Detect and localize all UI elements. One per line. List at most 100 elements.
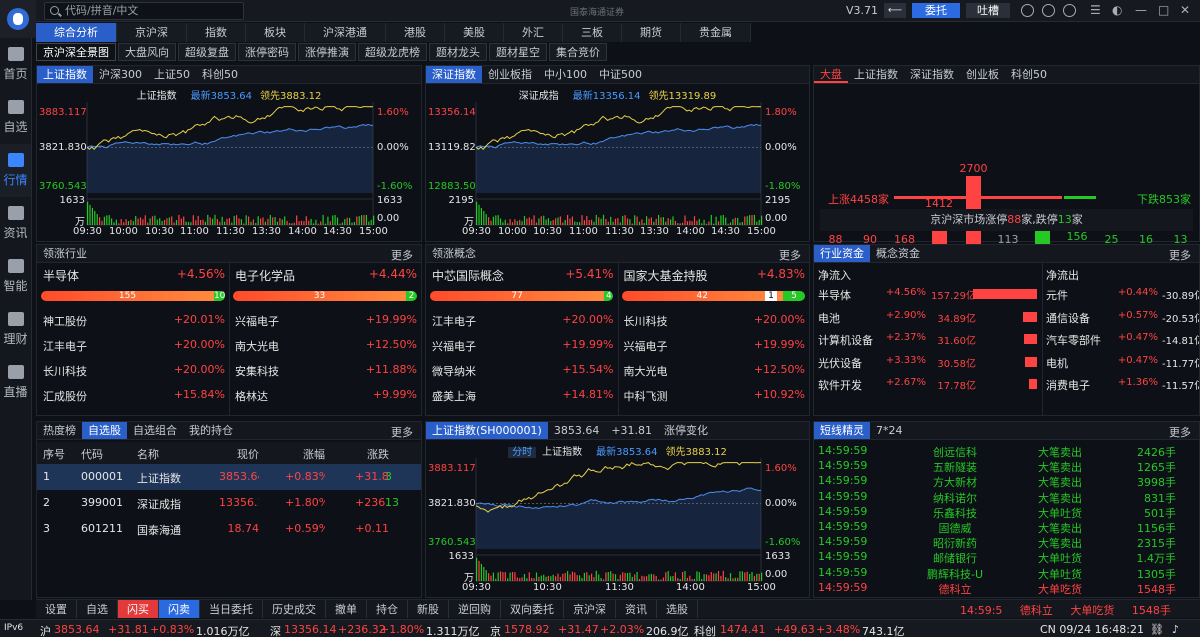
sub-tab-8[interactable]: 集合竞价: [549, 43, 607, 61]
watch-tab-2[interactable]: 自选组合: [127, 422, 183, 439]
toolbar-button-6[interactable]: 撤单: [326, 600, 367, 618]
sector-name[interactable]: 半导体: [43, 267, 79, 284]
toolbar-button-4[interactable]: 当日委托: [200, 600, 263, 618]
inflow-name[interactable]: 光伏设备: [818, 355, 862, 371]
toolbar-button-11[interactable]: 京沪深: [564, 600, 616, 618]
sector-name[interactable]: 国家大基金持股: [624, 267, 708, 284]
minimize-icon[interactable]: —: [1135, 3, 1147, 17]
outflow-name[interactable]: 电机: [1046, 355, 1068, 371]
stock-name[interactable]: 神工股份: [43, 313, 87, 329]
nav-tab-6[interactable]: 美股: [445, 23, 504, 42]
stock-name[interactable]: 长川科技: [43, 363, 87, 379]
nav-tab-8[interactable]: 三板: [563, 23, 622, 42]
spirit-tab-1[interactable]: 7*24: [870, 422, 909, 439]
toolbar-button-12[interactable]: 资讯: [616, 600, 657, 618]
list-item[interactable]: 14:59:59 固德威 大笔卖出 1156手: [814, 520, 1199, 535]
toolbar-button-3[interactable]: 闪卖: [159, 600, 200, 618]
nav-tab-0[interactable]: 综合分析: [36, 23, 117, 42]
nav-tab-10[interactable]: 贵金属: [681, 23, 751, 42]
stock-name[interactable]: 长川科技: [624, 313, 668, 329]
sector-name[interactable]: 电子化学品: [235, 267, 295, 284]
toolbar-button-0[interactable]: 设置: [36, 600, 77, 618]
watch-tab-1[interactable]: 自选股: [82, 422, 127, 439]
nav-tab-1[interactable]: 京沪深: [117, 23, 187, 42]
back-button[interactable]: ⟵: [884, 3, 906, 18]
more-link[interactable]: 更多: [1169, 247, 1191, 263]
entrust-button[interactable]: 委托: [912, 3, 960, 18]
nav-tab-5[interactable]: 港股: [386, 23, 445, 42]
list-item[interactable]: 14:59:59 乐鑫科技 大单吐货 501手: [814, 505, 1199, 520]
search-input[interactable]: 代码/拼音/中文: [44, 2, 244, 20]
stock-name[interactable]: 兴福电子: [624, 338, 668, 354]
table-row[interactable]: 1 000001 上证指数 3853.64 +0.83% +31.813: [37, 464, 421, 490]
maximize-icon[interactable]: □: [1158, 3, 1169, 17]
table-row[interactable]: 2 399001 深证成指 13356.14 +1.80% +236.3213: [37, 490, 421, 516]
user-icon[interactable]: [1021, 4, 1034, 17]
help-icon[interactable]: [1042, 4, 1055, 17]
stock-name[interactable]: 格林达: [235, 388, 268, 404]
funds-tab-1[interactable]: 概念资金: [870, 245, 926, 262]
nav-tab-2[interactable]: 指数: [187, 23, 246, 42]
stock-name[interactable]: 兴福电子: [235, 313, 279, 329]
table-row[interactable]: 3 601211 国泰海通 18.74 +0.59% +0.11: [37, 516, 421, 542]
outflow-name[interactable]: 汽车零部件: [1046, 332, 1101, 348]
sidebar-item-6[interactable]: 直播: [0, 356, 31, 409]
stock-name[interactable]: 安集科技: [235, 363, 279, 379]
toolbar-button-13[interactable]: 选股: [657, 600, 698, 618]
sidebar-item-3[interactable]: 资讯: [0, 197, 31, 250]
sidebar-item-5[interactable]: 理财: [0, 303, 31, 356]
toolbar-button-1[interactable]: 自选: [77, 600, 118, 618]
nav-tab-4[interactable]: 沪深港通: [305, 23, 386, 42]
stock-name[interactable]: 江丰电子: [432, 313, 476, 329]
list-item[interactable]: 14:59:59 创远信科 大笔卖出 2426手: [814, 444, 1199, 459]
sub-tab-4[interactable]: 涨停推演: [298, 43, 356, 61]
stock-name[interactable]: 江丰电子: [43, 338, 87, 354]
sub-tab-6[interactable]: 题材龙头: [429, 43, 487, 61]
sidebar-item-1[interactable]: 自选: [0, 91, 31, 144]
outflow-name[interactable]: 通信设备: [1046, 310, 1090, 326]
toolbar-button-2[interactable]: 闪买: [118, 600, 159, 618]
sub-tab-7[interactable]: 题材星空: [489, 43, 547, 61]
stock-name[interactable]: 盛美上海: [432, 388, 476, 404]
toolbar-button-8[interactable]: 新股: [408, 600, 449, 618]
list-item[interactable]: 14:59:59 纳科诺尔 大笔卖出 831手: [814, 490, 1199, 505]
list-item[interactable]: 14:59:59 德科立 大单吃货 1548手: [814, 581, 1199, 596]
more-link[interactable]: 更多: [1169, 424, 1191, 440]
stock-name[interactable]: 南大光电: [235, 338, 279, 354]
list-item[interactable]: 14:59:59 鹏辉科技-U 大单吐货 1305手: [814, 566, 1199, 581]
list-item[interactable]: 14:59:59 五新隧装 大笔卖出 1265手: [814, 459, 1199, 474]
sub-tab-1[interactable]: 大盘风向: [118, 43, 176, 61]
sub-tab-2[interactable]: 超级复盘: [178, 43, 236, 61]
watch-tab-0[interactable]: 热度榜: [37, 422, 82, 439]
list-item[interactable]: 14:59:59 方大新材 大笔卖出 3998手: [814, 474, 1199, 489]
breadth-tab-4[interactable]: 科创50: [1005, 66, 1053, 83]
more-link[interactable]: 更多: [391, 424, 413, 440]
menu-icon[interactable]: ☰: [1090, 3, 1101, 17]
outflow-name[interactable]: 元件: [1046, 287, 1068, 303]
sidebar-item-2[interactable]: 行情: [0, 144, 31, 197]
nav-tab-7[interactable]: 外汇: [504, 23, 563, 42]
sector-name[interactable]: 中芯国际概念: [432, 267, 504, 284]
sub-tab-3[interactable]: 涨停密码: [238, 43, 296, 61]
breadth-tab-3[interactable]: 创业板: [960, 66, 1005, 83]
breadth-tab-2[interactable]: 深证指数: [904, 66, 960, 83]
feedback-button[interactable]: 吐槽: [966, 3, 1010, 18]
sub-tab-5[interactable]: 超级龙虎榜: [358, 43, 427, 61]
skin-icon[interactable]: ◐: [1112, 3, 1122, 17]
breadth-tab-0[interactable]: 大盘: [814, 66, 848, 83]
inflow-name[interactable]: 半导体: [818, 287, 851, 303]
sub-tab-0[interactable]: 京沪深全景图: [36, 43, 116, 61]
sidebar-item-0[interactable]: 首页: [0, 38, 31, 91]
close-icon[interactable]: ✕: [1180, 3, 1190, 17]
toolbar-button-10[interactable]: 双向委托: [501, 600, 564, 618]
stock-name[interactable]: 兴福电子: [432, 338, 476, 354]
nav-tab-3[interactable]: 板块: [246, 23, 305, 42]
nav-tab-9[interactable]: 期货: [622, 23, 681, 42]
stock-name[interactable]: 汇成股份: [43, 388, 87, 404]
list-item[interactable]: 14:59:59 昭衍新药 大笔卖出 2315手: [814, 535, 1199, 550]
toolbar-button-5[interactable]: 历史成交: [263, 600, 326, 618]
stock-name[interactable]: 南大光电: [624, 363, 668, 379]
mail-icon[interactable]: [1063, 4, 1076, 17]
toolbar-button-9[interactable]: 逆回购: [449, 600, 501, 618]
inflow-name[interactable]: 电池: [818, 310, 840, 326]
